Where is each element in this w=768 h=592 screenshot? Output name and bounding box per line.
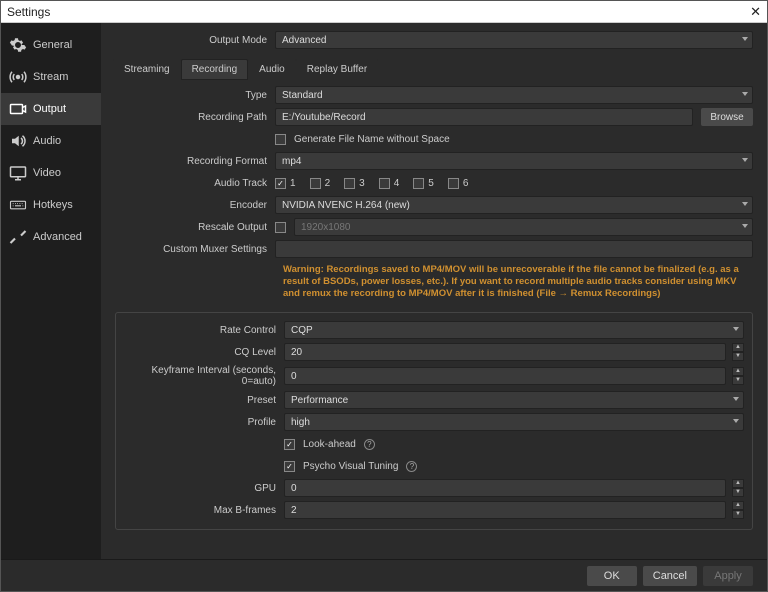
output-icon [9,100,27,118]
encoder-settings-group: Rate Control CQP CQ Level 20 ▲▼ Keyframe… [115,312,753,530]
sidebar-item-output[interactable]: Output [1,93,101,125]
profile-select[interactable]: high [284,413,744,431]
max-b-label: Max B-frames [124,505,284,516]
tab-audio[interactable]: Audio [248,59,296,80]
gpu-input[interactable]: 0 [284,479,726,497]
gpu-stepper[interactable]: ▲▼ [732,479,744,497]
dialog-footer: OK Cancel Apply [1,559,767,591]
sidebar-item-stream[interactable]: Stream [1,61,101,93]
help-icon[interactable]: ? [406,461,417,472]
cancel-button[interactable]: Cancel [643,566,697,586]
track-3-checkbox[interactable] [344,178,355,189]
sidebar-item-label: Output [33,103,66,115]
recording-format-label: Recording Format [115,156,275,167]
close-icon[interactable]: ✕ [750,4,761,20]
speaker-icon [9,132,27,150]
apply-button[interactable]: Apply [703,566,753,586]
sidebar-item-audio[interactable]: Audio [1,125,101,157]
custom-muxer-input[interactable] [275,240,753,258]
settings-window: Settings ✕ General Stream Output Audio [0,0,768,592]
tab-streaming[interactable]: Streaming [113,59,181,80]
rate-control-select[interactable]: CQP [284,321,744,339]
browse-button[interactable]: Browse [701,108,753,126]
titlebar: Settings ✕ [1,1,767,23]
monitor-icon [9,164,27,182]
content-panel: Output Mode Advanced Streaming Recording… [101,23,767,559]
track-4-checkbox[interactable] [379,178,390,189]
type-select[interactable]: Standard [275,86,753,104]
sidebar: General Stream Output Audio Video Hotkey… [1,23,101,559]
recording-format-select[interactable]: mp4 [275,152,753,170]
rescale-output-checkbox[interactable] [275,222,286,233]
window-title: Settings [7,5,50,19]
rate-control-label: Rate Control [124,325,284,336]
tab-recording[interactable]: Recording [181,59,249,80]
sidebar-item-label: Hotkeys [33,199,73,211]
psycho-checkbox[interactable] [284,461,295,472]
track-2-checkbox[interactable] [310,178,321,189]
sidebar-item-general[interactable]: General [1,29,101,61]
ok-button[interactable]: OK [587,566,637,586]
max-b-input[interactable]: 2 [284,501,726,519]
gen-filename-label: Generate File Name without Space [294,134,450,145]
encoder-select[interactable]: NVIDIA NVENC H.264 (new) [275,196,753,214]
recording-path-label: Recording Path [115,112,275,123]
sidebar-item-advanced[interactable]: Advanced [1,221,101,253]
cq-level-label: CQ Level [124,347,284,358]
sidebar-item-label: Audio [33,135,61,147]
sidebar-item-label: Video [33,167,61,179]
keyframe-label: Keyframe Interval (seconds, 0=auto) [124,365,284,387]
output-tabs: Streaming Recording Audio Replay Buffer [113,59,753,80]
profile-label: Profile [124,417,284,428]
audio-track-group: 1 2 3 4 5 6 [275,178,753,189]
output-mode-select[interactable]: Advanced [275,31,753,49]
recording-path-input[interactable]: E:/Youtube/Record [275,108,693,126]
rescale-output-label: Rescale Output [115,222,275,233]
track-6-checkbox[interactable] [448,178,459,189]
sidebar-item-video[interactable]: Video [1,157,101,189]
sidebar-item-label: General [33,39,72,51]
broadcast-icon [9,68,27,86]
keyframe-input[interactable]: 0 [284,367,726,385]
audio-track-label: Audio Track [115,178,275,189]
psycho-label: Psycho Visual Tuning [303,461,398,472]
rescale-output-select[interactable]: 1920x1080 [294,218,753,236]
encoder-label: Encoder [115,200,275,211]
max-b-stepper[interactable]: ▲▼ [732,501,744,519]
gen-filename-checkbox[interactable] [275,134,286,145]
sidebar-item-label: Stream [33,71,68,83]
cq-level-stepper[interactable]: ▲▼ [732,343,744,361]
sidebar-item-hotkeys[interactable]: Hotkeys [1,189,101,221]
tab-replay-buffer[interactable]: Replay Buffer [296,59,378,80]
track-1-checkbox[interactable] [275,178,286,189]
lookahead-checkbox[interactable] [284,439,295,450]
gpu-label: GPU [124,483,284,494]
keyboard-icon [9,196,27,214]
help-icon[interactable]: ? [364,439,375,450]
preset-label: Preset [124,395,284,406]
gear-icon [9,36,27,54]
type-label: Type [115,90,275,101]
mp4-warning-text: Warning: Recordings saved to MP4/MOV wil… [115,262,753,306]
keyframe-stepper[interactable]: ▲▼ [732,367,744,385]
output-mode-label: Output Mode [115,35,275,46]
lookahead-label: Look-ahead [303,439,356,450]
sidebar-item-label: Advanced [33,231,82,243]
custom-muxer-label: Custom Muxer Settings [115,244,275,255]
tools-icon [9,228,27,246]
track-5-checkbox[interactable] [413,178,424,189]
cq-level-input[interactable]: 20 [284,343,726,361]
preset-select[interactable]: Performance [284,391,744,409]
